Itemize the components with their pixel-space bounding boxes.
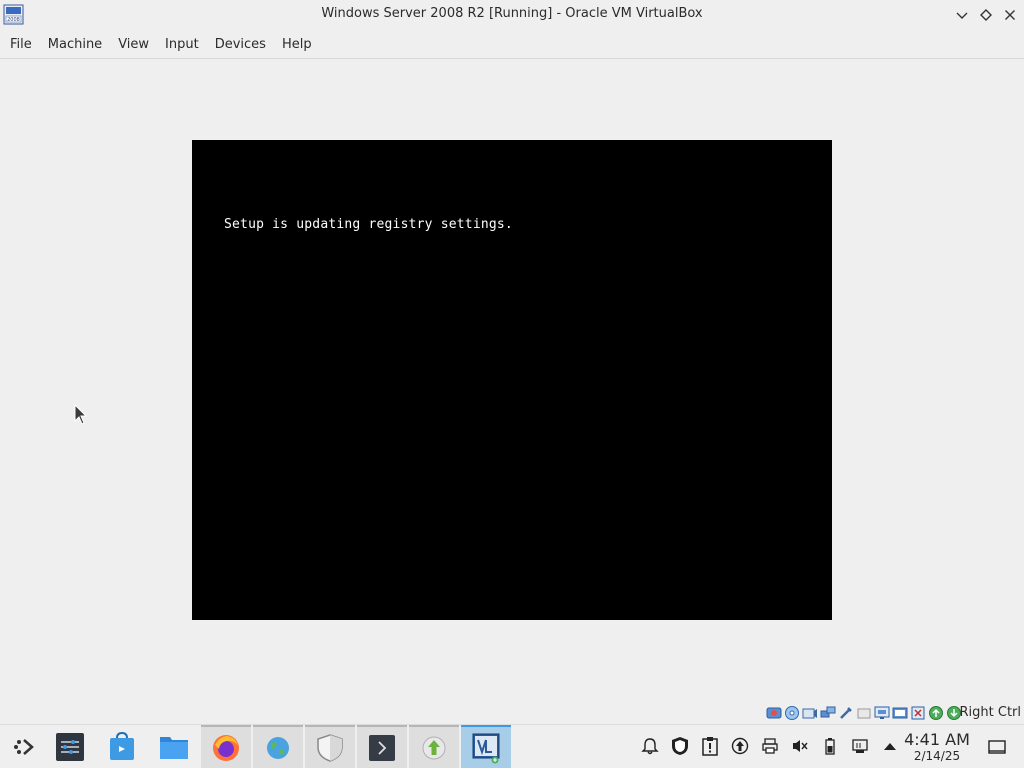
application-launcher-icon [14,739,34,755]
diamond-icon [980,9,992,21]
menu-view[interactable]: View [112,33,155,56]
vm-screen[interactable]: Setup is updating registry settings. [192,140,832,620]
cpu-icon[interactable] [910,705,926,721]
display-icon[interactable] [874,705,890,721]
recording-icon[interactable] [892,705,908,721]
printer-icon[interactable] [760,735,780,757]
close-button[interactable] [1001,6,1019,24]
host-key-label[interactable]: Right Ctrl [960,705,1022,720]
system-settings-button[interactable] [45,725,95,768]
security-icon[interactable] [670,735,690,757]
discover-button[interactable] [97,725,147,768]
updates-icon[interactable] [730,735,750,757]
clock-time: 4:41 AM [904,730,970,749]
virtualbox-button[interactable] [461,725,511,768]
close-icon [1005,10,1015,20]
network-status-icon[interactable] [850,735,870,757]
update-button[interactable] [409,725,459,768]
update-icon [422,736,446,760]
shield-app-button[interactable] [305,725,355,768]
network-icon[interactable] [820,705,836,721]
clock[interactable]: 4:41 AM 2/14/25 [898,730,976,764]
show-desktop-button[interactable] [987,737,1007,757]
mouse-integration-icon[interactable] [928,705,944,721]
menu-file[interactable]: File [4,33,38,56]
minimize-button[interactable] [953,6,971,24]
menu-devices[interactable]: Devices [209,33,272,56]
menu-help[interactable]: Help [276,33,318,56]
clipboard-icon[interactable] [700,735,720,757]
chevron-up-icon [884,743,896,750]
optical-drive-icon[interactable] [784,705,800,721]
chevron-down-icon [956,12,968,19]
vm-status-bar: Right Ctrl [0,702,1024,724]
vm-display-area[interactable]: Setup is updating registry settings. [0,60,1024,702]
globe-icon [267,737,289,759]
file-manager-button[interactable] [149,725,199,768]
menu-input[interactable]: Input [159,33,205,56]
shield-icon [317,734,343,762]
maximize-button[interactable] [977,6,995,24]
firefox-button[interactable] [201,725,251,768]
menu-machine[interactable]: Machine [42,33,108,56]
terminal-button[interactable] [357,725,407,768]
menu-bar: File Machine View Input Devices Help [0,30,1024,59]
setup-status-text: Setup is updating registry settings. [224,217,513,232]
file-manager-icon [160,737,188,759]
system-tray [640,735,910,757]
shared-folders-icon[interactable] [856,705,872,721]
terminal-icon [369,735,395,761]
firefox-icon [213,735,239,761]
show-hidden-icons-button[interactable] [880,735,900,757]
application-launcher-button[interactable] [0,725,50,768]
title-bar: 2008 Windows Server 2008 R2 [Running] - … [0,0,1024,30]
notifications-icon[interactable] [640,735,660,757]
discover-icon [110,732,134,760]
globe-button[interactable] [253,725,303,768]
usb-icon[interactable] [838,705,854,721]
audio-icon[interactable] [802,705,818,721]
system-settings-icon [56,733,84,761]
taskbar: 4:41 AM 2/14/25 [0,724,1024,768]
mouse-cursor-icon [74,403,88,430]
window-title: Windows Server 2008 R2 [Running] - Oracl… [321,6,703,21]
battery-icon[interactable] [820,735,840,757]
virtualbox-icon [472,733,500,764]
volume-muted-icon[interactable] [790,735,810,757]
hard-disk-icon[interactable] [766,705,782,721]
clock-date: 2/14/25 [913,749,961,763]
show-desktop-icon [988,740,1006,754]
